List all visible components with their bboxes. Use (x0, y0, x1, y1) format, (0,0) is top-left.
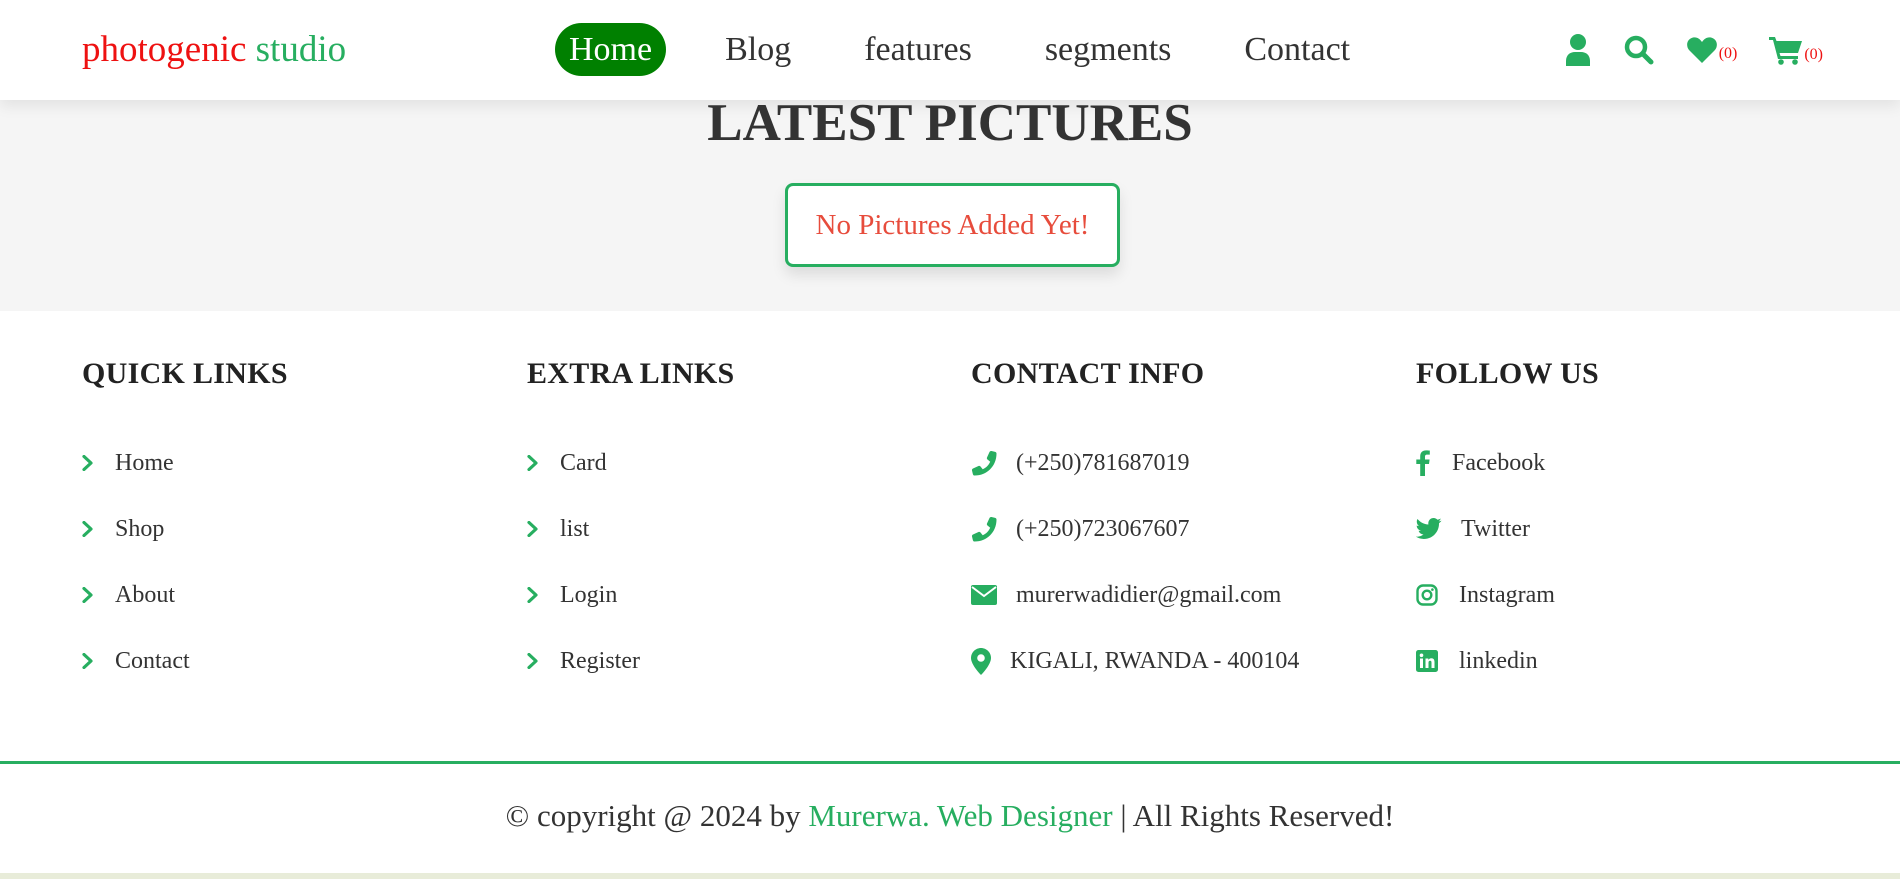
extra-links-column: EXTRA LINKS Card list Login Register (527, 355, 947, 694)
map-marker-icon (971, 647, 1010, 675)
search-button[interactable] (1624, 35, 1654, 65)
quick-links-title: QUICK LINKS (82, 357, 288, 390)
contact-phone-1[interactable]: (+250)781687019 (971, 430, 1391, 496)
copyright-credit: © copyright @ 2024 by Murerwa. Web Desig… (0, 796, 1900, 836)
contact-info-title: CONTACT INFO (971, 357, 1205, 390)
chevron-right-icon (527, 653, 560, 669)
quick-link-label: About (115, 581, 175, 608)
contact-phone-text: (+250)723067607 (1016, 515, 1190, 542)
quick-link-home[interactable]: Home (82, 430, 502, 496)
section-title: LATEST PICTURES (707, 94, 1193, 152)
nav-segments[interactable]: segments (1031, 23, 1186, 76)
social-link-label: Twitter (1461, 515, 1530, 542)
heart-icon (1686, 37, 1717, 63)
logo-text-photogenic: photogenic (82, 29, 247, 70)
extra-link-register[interactable]: Register (527, 628, 947, 694)
phone-icon (971, 450, 1016, 476)
chevron-right-icon (82, 521, 115, 537)
nav-home[interactable]: Home (555, 23, 667, 76)
wishlist-count: (0) (1718, 45, 1738, 62)
nav-blog[interactable]: Blog (711, 23, 805, 76)
contact-phone-text: (+250)781687019 (1016, 449, 1190, 476)
instagram-icon (1416, 584, 1459, 606)
follow-us-column: FOLLOW US Facebook Twitter Instagram lin… (1416, 355, 1836, 694)
quick-link-contact[interactable]: Contact (82, 628, 502, 694)
social-link-linkedin[interactable]: linkedin (1416, 628, 1836, 694)
chevron-right-icon (527, 455, 560, 471)
extra-link-label: Login (560, 581, 618, 608)
main-nav: Home Blog features segments Contact (555, 23, 1409, 76)
phone-icon (971, 516, 1016, 542)
user-icon (1565, 34, 1590, 66)
footer-divider (0, 761, 1900, 764)
extra-link-label: Card (560, 449, 607, 476)
chevron-right-icon (527, 521, 560, 537)
contact-address: KIGALI, RWANDA - 400104 (971, 628, 1391, 694)
extra-link-login[interactable]: Login (527, 562, 947, 628)
copyright-prefix: © copyright @ 2024 by (505, 798, 801, 833)
empty-pictures-message: No Pictures Added Yet! (785, 183, 1120, 267)
contact-phone-2[interactable]: (+250)723067607 (971, 496, 1391, 562)
social-link-instagram[interactable]: Instagram (1416, 562, 1836, 628)
quick-link-about[interactable]: About (82, 562, 502, 628)
follow-us-title: FOLLOW US (1416, 357, 1600, 390)
social-link-label: Facebook (1452, 449, 1546, 476)
logo-text-studio: studio (255, 29, 347, 70)
copyright-suffix: | All Rights Reserved! (1120, 798, 1395, 833)
chevron-right-icon (82, 653, 115, 669)
quick-link-label: Shop (115, 515, 165, 542)
site-logo[interactable]: photogenic studio (82, 26, 346, 74)
chevron-right-icon (82, 587, 115, 603)
search-icon (1624, 35, 1654, 65)
quick-links-column: QUICK LINKS Home Shop About Contact (82, 355, 502, 694)
extra-link-label: Register (560, 647, 640, 674)
contact-address-text: KIGALI, RWANDA - 400104 (1010, 647, 1300, 674)
social-link-twitter[interactable]: Twitter (1416, 496, 1836, 562)
contact-info-column: CONTACT INFO (+250)781687019 (+250)72306… (971, 355, 1391, 694)
cart-count: (0) (1804, 46, 1823, 63)
quick-link-label: Contact (115, 647, 190, 674)
page-bottom-edge (0, 873, 1900, 879)
extra-link-card[interactable]: Card (527, 430, 947, 496)
chevron-right-icon (82, 455, 115, 471)
extra-links-title: EXTRA LINKS (527, 357, 735, 390)
author-link[interactable]: Murerwa. Web Designer (808, 798, 1112, 833)
chevron-right-icon (527, 587, 560, 603)
facebook-icon (1416, 450, 1452, 476)
extra-link-list[interactable]: list (527, 496, 947, 562)
footer: QUICK LINKS Home Shop About Contact EXTR… (0, 311, 1900, 761)
nav-contact[interactable]: Contact (1230, 23, 1364, 76)
quick-link-shop[interactable]: Shop (82, 496, 502, 562)
cart-button[interactable]: (0) (1769, 35, 1823, 65)
contact-email-text: murerwadidier@gmail.com (1016, 581, 1282, 608)
contact-email[interactable]: murerwadidier@gmail.com (971, 562, 1391, 628)
wishlist-button[interactable]: (0) (1686, 36, 1738, 64)
cart-icon (1769, 37, 1803, 65)
header-icons: (0) (0) (1532, 30, 1823, 70)
envelope-icon (971, 585, 1016, 605)
twitter-icon (1416, 518, 1461, 540)
social-link-label: linkedin (1459, 647, 1538, 674)
quick-link-label: Home (115, 449, 174, 476)
social-link-facebook[interactable]: Facebook (1416, 430, 1836, 496)
social-link-label: Instagram (1459, 581, 1555, 608)
site-header: photogenic studio Home Blog features seg… (0, 0, 1900, 100)
nav-features[interactable]: features (850, 23, 986, 76)
user-button[interactable] (1564, 34, 1592, 66)
extra-link-label: list (560, 515, 590, 542)
linkedin-icon (1416, 650, 1459, 672)
